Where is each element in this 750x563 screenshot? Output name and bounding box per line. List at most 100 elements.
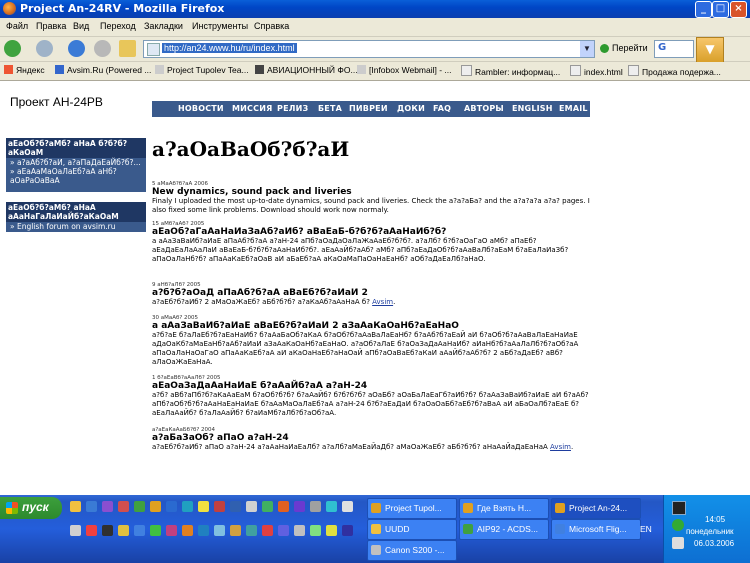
page-icon [147,43,160,56]
quicklaunch-app-icon[interactable] [246,501,257,512]
nav-authors[interactable]: АВТОРЫ [464,104,504,113]
quicklaunch-app-icon[interactable] [310,525,321,536]
bookmark-item[interactable]: АВИАЦИОННЫЙ ФО... [255,65,358,75]
nav-mission[interactable]: МИССИЯ [232,104,272,113]
side-english-forum-link[interactable]: » English forum on avsim.ru [6,222,146,231]
system-tray: 14:05 понедельник 06.03.2006 [663,495,750,563]
news-title: аЕаОб?аГаАаНаИаЗаАб?аИб? аВаЕаБ-б?б?б?аА… [152,227,447,237]
home-icon[interactable] [119,40,136,57]
quicklaunch-app-icon[interactable] [70,525,81,536]
quicklaunch-media-icon[interactable] [102,501,113,512]
quicklaunch-folder-icon[interactable] [70,501,81,512]
tray-volume-icon[interactable] [672,537,684,549]
quicklaunch-firefox-icon[interactable] [150,501,161,512]
task-button[interactable]: Canon S200 -... [367,540,457,561]
quicklaunch-app-icon[interactable] [214,525,225,536]
quicklaunch-app-icon[interactable] [214,501,225,512]
bookmark-item[interactable]: Продажа подержа... [628,65,721,77]
quicklaunch-app-icon[interactable] [230,501,241,512]
quicklaunch-app-icon[interactable] [86,525,97,536]
news-item: 15 аМб?аАб? 2005 аЕаОб?аГаАаНаИаЗаАб?аИб… [152,221,592,264]
quicklaunch-app-icon[interactable] [182,525,193,536]
quicklaunch-app-icon[interactable] [278,501,289,512]
menu-file[interactable]: Файл [6,21,28,31]
maximize-button[interactable]: □ [712,1,729,18]
task-button[interactable]: Project Tupol... [367,498,457,519]
start-button[interactable]: пуск [0,497,62,519]
quicklaunch-app-icon[interactable] [342,501,353,512]
clock-time[interactable]: 14:05 [705,515,725,524]
printer-icon [371,545,381,555]
bookmark-item[interactable]: Яндекс [4,65,45,75]
quicklaunch-app-icon[interactable] [230,525,241,536]
nav-beta[interactable]: БЕТА [318,104,342,113]
task-button[interactable]: UUDD [367,519,457,540]
nav-release[interactable]: РЕЛИЗ [277,104,308,113]
quicklaunch-app-icon[interactable] [118,501,129,512]
nav-english[interactable]: ENGLISH [512,104,553,113]
quicklaunch-desktop-icon[interactable] [86,501,97,512]
quicklaunch-app-icon[interactable] [278,525,289,536]
quicklaunch-ie-icon[interactable] [166,501,177,512]
side-forum-link[interactable]: » а?аАб?б?аИ, а?аПаДаЕаЙб?б?... [6,158,146,167]
avsim-link[interactable]: Avsim [550,443,571,451]
minimize-button[interactable]: _ [695,1,712,18]
news-title: New dynamics, sound pack and liveries [152,187,352,197]
side-english-forum-block: аЕаОб?б?аМб? аНаА аАаНаГаЛаИаЙб?аКаОаМ »… [6,202,146,232]
quicklaunch-app-icon[interactable] [262,525,273,536]
quicklaunch-app-icon[interactable] [198,525,209,536]
tray-app-icon[interactable] [672,501,686,515]
menu-tools[interactable]: Инструменты [192,21,248,31]
avsim-link[interactable]: Avsim [372,298,393,306]
quicklaunch-app-icon[interactable] [262,501,273,512]
quicklaunch-app-icon[interactable] [342,525,353,536]
menu-go[interactable]: Переход [100,21,136,31]
quicklaunch-app-icon[interactable] [310,501,321,512]
task-button[interactable]: AIP92 - ACDS... [459,519,549,540]
quicklaunch-app-icon[interactable] [294,525,305,536]
window-title-bar[interactable]: Project An-24RV - Mozilla Firefox _ □ × [0,0,750,18]
url-field[interactable]: http://an24.www.hu/ru/index.html ▼ [143,40,595,58]
side-forum-link[interactable]: » аЕаАаМаОаЛаЕб?аА аНб?аОаРаОаВаА [6,167,146,185]
reload-icon[interactable] [68,40,85,57]
bookmark-item[interactable]: Project Tupolev Tea... [155,65,249,75]
nav-news[interactable]: НОВОСТИ [178,104,224,113]
bookmark-item[interactable]: Avsim.Ru (Powered ... [55,65,151,75]
language-indicator[interactable]: EN [640,524,652,534]
quicklaunch-app-icon[interactable] [134,525,145,536]
quicklaunch-app-icon[interactable] [134,501,145,512]
bookmark-item[interactable]: index.html [570,65,623,77]
menu-help[interactable]: Справка [254,21,289,31]
quicklaunch-app-icon[interactable] [182,501,193,512]
task-button[interactable]: Где Взять Н... [459,498,549,519]
go-button[interactable]: Перейти [600,43,648,54]
close-button[interactable]: × [730,1,747,18]
nav-liveries[interactable]: ПИВРЕИ [349,104,388,113]
back-icon[interactable] [4,40,21,57]
quicklaunch-app-icon[interactable] [118,525,129,536]
quicklaunch-app-icon[interactable] [326,501,337,512]
nav-docs[interactable]: ДОКИ [397,104,425,113]
task-button-active[interactable]: Project An-24... [551,498,641,519]
forward-icon[interactable] [36,40,53,57]
menu-view[interactable]: Вид [73,21,89,31]
quicklaunch-app-icon[interactable] [326,525,337,536]
quicklaunch-app-icon[interactable] [294,501,305,512]
quicklaunch-app-icon[interactable] [166,525,177,536]
quicklaunch-app-icon[interactable] [198,501,209,512]
bookmark-item[interactable]: [Infobox Webmail] - ... [357,65,452,75]
tray-network-icon[interactable] [672,519,684,531]
task-button[interactable]: Microsoft Flig... [551,519,641,540]
nav-email[interactable]: EMAIL [559,104,588,113]
bookmark-item[interactable]: Rambler: информац... [461,65,560,77]
menu-bookmarks[interactable]: Закладки [144,21,183,31]
page-icon [155,65,164,74]
search-field[interactable]: G [654,40,694,58]
quicklaunch-app-icon[interactable] [246,525,257,536]
quicklaunch-app-icon[interactable] [150,525,161,536]
quicklaunch-app-icon[interactable] [102,525,113,536]
nav-faq[interactable]: FAQ [433,104,451,113]
menu-edit[interactable]: Правка [36,21,66,31]
url-dropdown-icon[interactable]: ▼ [580,41,594,57]
stop-icon[interactable] [94,40,111,57]
